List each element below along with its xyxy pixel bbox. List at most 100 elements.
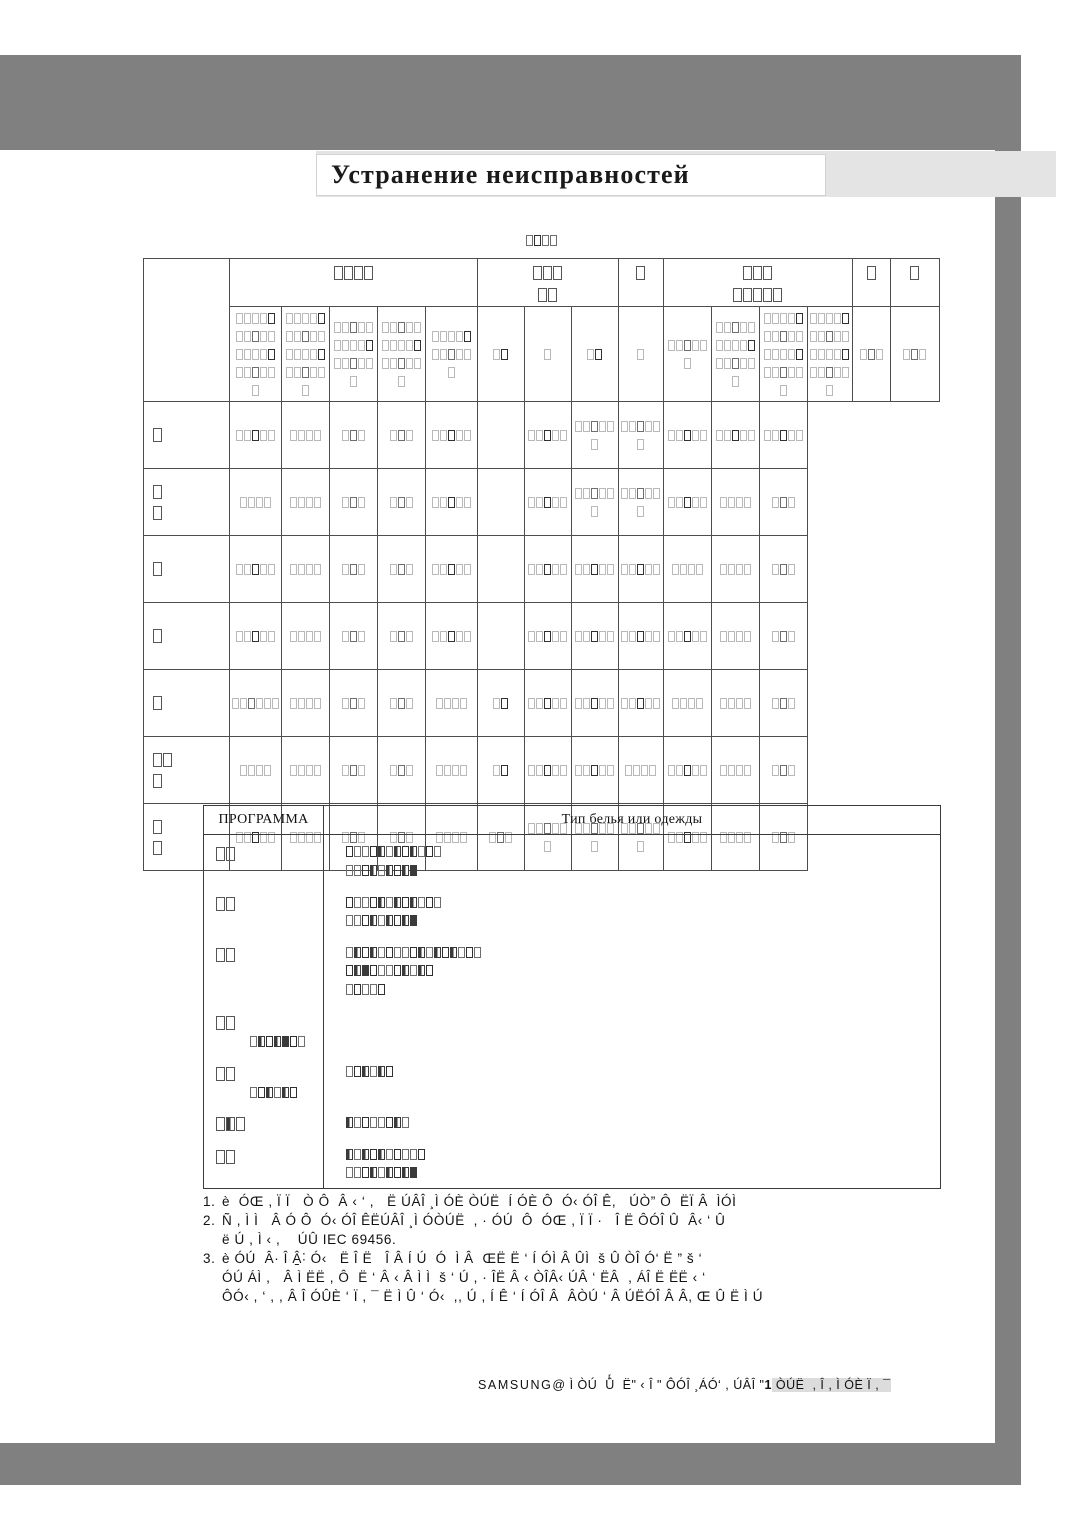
table-cell bbox=[759, 401, 809, 470]
table-header-cell-7 bbox=[477, 306, 526, 403]
table-header-group-6 bbox=[852, 257, 892, 308]
table-row-label-1 bbox=[143, 401, 230, 470]
missing-glyph-run bbox=[216, 895, 236, 913]
table-cell bbox=[759, 736, 809, 805]
missing-glyph-run bbox=[389, 560, 414, 578]
missing-glyph-run bbox=[389, 761, 414, 779]
program-row bbox=[203, 1105, 941, 1138]
table-header-cell-9 bbox=[571, 306, 620, 403]
table-cell bbox=[711, 468, 761, 537]
table-cell bbox=[377, 468, 426, 537]
table-header-group-3 bbox=[477, 257, 620, 308]
missing-glyph-run bbox=[216, 1015, 236, 1033]
table-cell bbox=[424, 602, 479, 671]
missing-glyph-run bbox=[239, 761, 272, 779]
program-description bbox=[323, 834, 941, 886]
missing-glyph-run bbox=[333, 318, 374, 390]
missing-glyph-run bbox=[573, 484, 617, 520]
missing-glyph-run bbox=[389, 694, 414, 712]
table-cell bbox=[477, 535, 526, 604]
table-cell bbox=[329, 401, 378, 470]
table-cell bbox=[524, 669, 573, 738]
footnote-number: 2. bbox=[203, 1213, 216, 1228]
missing-glyph-run bbox=[528, 493, 568, 511]
footer-segment: 1 bbox=[764, 1378, 772, 1392]
footnote-item: 2. Ñ , Ì Ì Â Ó Ô Ó‹ ÓÎ ÊËÚÂÎ ¸Ì ÓÒÚË , · … bbox=[203, 1211, 1080, 1249]
table-cell bbox=[281, 535, 330, 604]
missing-glyph-run bbox=[435, 694, 468, 712]
missing-glyph-run bbox=[533, 264, 563, 282]
table-cell bbox=[424, 401, 479, 470]
table-row-label-3 bbox=[143, 535, 230, 604]
missing-glyph-run bbox=[671, 694, 704, 712]
table-header-cell-10 bbox=[618, 306, 665, 403]
missing-glyph-run bbox=[771, 560, 796, 578]
footnote-text: Ñ , Ì Ì Â Ó Ô Ó‹ ÓÎ ÊËÚÂÎ ¸Ì ÓÒÚË , · ÓÚ… bbox=[222, 1213, 726, 1228]
footnote-number: 1. bbox=[203, 1194, 216, 1209]
missing-glyph-run bbox=[346, 1166, 418, 1180]
missing-glyph-run bbox=[528, 426, 568, 444]
missing-glyph-run bbox=[528, 627, 568, 645]
table-cell bbox=[524, 468, 573, 537]
missing-glyph-run bbox=[715, 318, 756, 390]
missing-glyph-run bbox=[289, 627, 322, 645]
missing-glyph-run bbox=[667, 493, 708, 511]
missing-glyph-run bbox=[341, 761, 366, 779]
program-description bbox=[323, 1137, 941, 1190]
table-cell bbox=[477, 669, 526, 738]
missing-glyph-run bbox=[235, 560, 276, 578]
missing-glyph-run bbox=[859, 345, 884, 363]
table-cell bbox=[229, 736, 282, 805]
missing-glyph-run bbox=[771, 627, 796, 645]
missing-glyph-run bbox=[771, 493, 796, 511]
program-description bbox=[323, 885, 941, 936]
missing-glyph-run bbox=[431, 627, 472, 645]
footnotes-block: 1. è ÓŒ , Ï Ï Ò Ô Â ‹ ‘ , Ë ÚÂÎ ¸Ì ÓÈ ÒÚË… bbox=[203, 1192, 1080, 1306]
missing-glyph-run bbox=[667, 627, 708, 645]
missing-glyph-run bbox=[235, 426, 276, 444]
programs-table-header-row: ПРОГРАММА Тип белья или одежды bbox=[203, 805, 941, 835]
missing-glyph-run bbox=[389, 426, 414, 444]
table-header-cell-2 bbox=[229, 306, 282, 403]
missing-glyph-run bbox=[493, 694, 509, 712]
table-cell bbox=[663, 468, 713, 537]
missing-glyph-run bbox=[289, 560, 322, 578]
missing-glyph-run bbox=[528, 560, 568, 578]
program-row bbox=[203, 1004, 941, 1056]
missing-glyph-run bbox=[346, 914, 418, 928]
table-header-group-2 bbox=[228, 257, 479, 308]
missing-glyph-run bbox=[431, 493, 472, 511]
table-cell bbox=[329, 535, 378, 604]
table-cell bbox=[759, 535, 809, 604]
missing-glyph-run bbox=[525, 232, 558, 250]
table-header-group-4 bbox=[618, 257, 665, 308]
table-row bbox=[143, 602, 940, 671]
table-header-cell-4 bbox=[329, 306, 378, 403]
table-header-cell-8 bbox=[524, 306, 573, 403]
program-description bbox=[323, 1004, 941, 1056]
missing-glyph-run bbox=[671, 560, 704, 578]
table-cell bbox=[618, 468, 665, 537]
table-header-group-1 bbox=[143, 257, 230, 403]
missing-glyph-run bbox=[763, 309, 804, 399]
programs-header-program: ПРОГРАММА bbox=[203, 805, 324, 835]
missing-glyph-run bbox=[719, 560, 752, 578]
table-row-label-2 bbox=[143, 468, 230, 537]
missing-glyph-run bbox=[575, 627, 615, 645]
table-cell bbox=[618, 535, 665, 604]
footnote-text: ÓÚ ÁÌ , Â Ì ËË , Ô Ë ‘ Â ‹ Â Ì Ì š ‘ Ú ,… bbox=[222, 1270, 706, 1285]
table-cell bbox=[477, 736, 526, 805]
missing-glyph-run bbox=[575, 560, 615, 578]
missing-glyph-run bbox=[346, 982, 386, 996]
table-cell bbox=[571, 535, 620, 604]
missing-glyph-run bbox=[289, 694, 322, 712]
table-cell bbox=[618, 602, 665, 671]
missing-glyph-run bbox=[587, 345, 603, 363]
programs-table: ПРОГРАММА Тип белья или одежды bbox=[203, 805, 941, 1190]
missing-glyph-run bbox=[715, 426, 756, 444]
table-header-cell-15 bbox=[852, 306, 892, 403]
program-row bbox=[203, 1137, 941, 1190]
table-cell bbox=[524, 535, 573, 604]
missing-glyph-run bbox=[866, 264, 877, 282]
missing-glyph-run bbox=[575, 761, 615, 779]
